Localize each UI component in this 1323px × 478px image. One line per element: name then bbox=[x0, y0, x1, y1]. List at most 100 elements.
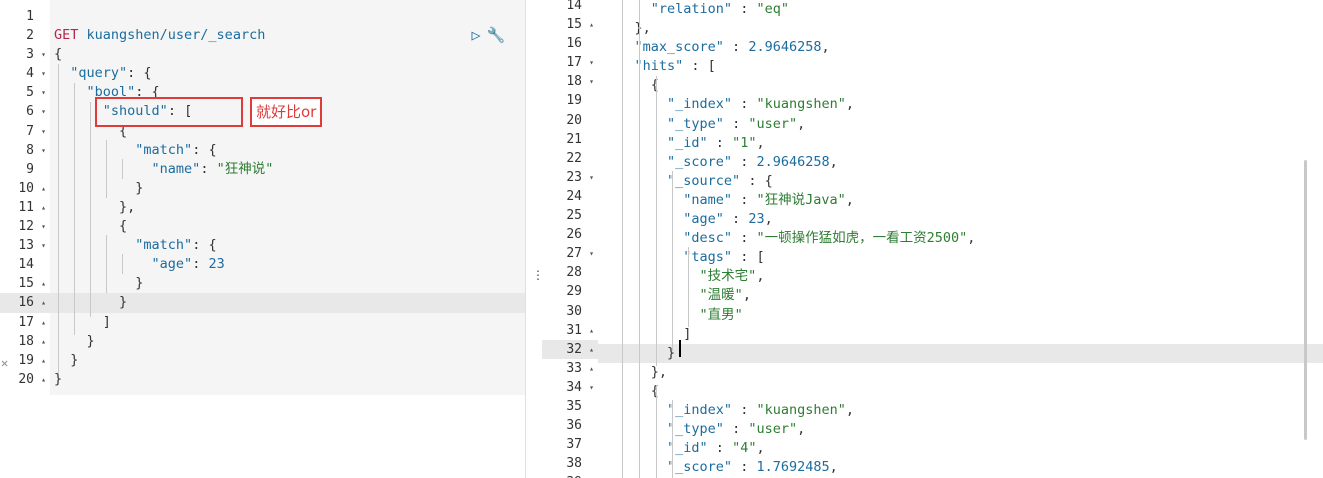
fold-caret-up-icon[interactable]: ▴ bbox=[589, 359, 594, 378]
code-line[interactable]: }, bbox=[598, 19, 1323, 38]
line-number-text: 20 bbox=[566, 112, 582, 128]
fold-caret-up-icon[interactable]: ▴ bbox=[589, 321, 594, 340]
code-line[interactable]: "_type" : "user", bbox=[598, 420, 1323, 439]
code-line[interactable]: "max_score" : 2.9646258, bbox=[598, 38, 1323, 57]
code-line[interactable]: } bbox=[50, 274, 525, 293]
fold-caret-down-icon[interactable]: ▾ bbox=[589, 378, 594, 397]
fold-caret-down-icon[interactable]: ▾ bbox=[41, 45, 46, 64]
code-line[interactable]: "age" : 23, bbox=[598, 210, 1323, 229]
fold-caret-up-icon[interactable]: ▴ bbox=[41, 179, 46, 198]
fold-caret-down-icon[interactable]: ▾ bbox=[41, 236, 46, 255]
fold-caret-up-icon[interactable]: ▴ bbox=[41, 274, 46, 293]
line-number: 8 ▾ bbox=[0, 141, 50, 160]
code-line[interactable]: "_source" : { bbox=[598, 172, 1323, 191]
code-line[interactable]: "desc" : "一顿操作猛如虎，一看工资2500", bbox=[598, 229, 1323, 248]
play-triangle-icon[interactable]: ▷ bbox=[466, 26, 486, 44]
code-line[interactable]: "match": { bbox=[50, 141, 525, 160]
code-line[interactable]: "温暖", bbox=[598, 286, 1323, 305]
wrench-icon[interactable]: 🔧 bbox=[486, 26, 506, 44]
line-number-text: 14 bbox=[566, 0, 582, 13]
pane-resize-handle[interactable]: ⋮ bbox=[525, 0, 544, 478]
code-line[interactable]: } bbox=[50, 293, 525, 313]
code-line[interactable]: } bbox=[50, 332, 525, 351]
code-line[interactable]: ] bbox=[50, 313, 525, 332]
line-number-text: 19 bbox=[18, 352, 34, 368]
code-line[interactable]: "_score" : 1.7692485, bbox=[598, 458, 1323, 477]
line-number-text: 2 bbox=[26, 28, 34, 44]
fold-caret-down-icon[interactable]: ▾ bbox=[41, 122, 46, 141]
fold-caret-up-icon[interactable]: ▴ bbox=[41, 198, 46, 217]
fold-caret-down-icon[interactable]: ▾ bbox=[41, 64, 46, 83]
code-line[interactable]: } bbox=[50, 179, 525, 198]
fold-caret-up-icon[interactable]: ▴ bbox=[41, 313, 46, 332]
fold-caret-down-icon[interactable]: ▾ bbox=[41, 102, 46, 121]
code-line[interactable]: { bbox=[598, 76, 1323, 95]
code-token: "user" bbox=[748, 115, 798, 132]
fold-caret-down-icon[interactable]: ▾ bbox=[589, 473, 594, 478]
fold-caret-down-icon[interactable]: ▾ bbox=[589, 53, 594, 72]
fold-caret-down-icon[interactable]: ▾ bbox=[41, 83, 46, 102]
code-token: { bbox=[602, 77, 659, 94]
code-line[interactable]: "_index" : "kuangshen", bbox=[598, 401, 1323, 420]
code-line[interactable]: "_index" : "kuangshen", bbox=[598, 95, 1323, 114]
code-line[interactable]: "match": { bbox=[50, 236, 525, 255]
code-token: , bbox=[756, 134, 765, 151]
indent-guide bbox=[672, 400, 673, 478]
fold-caret-up-icon[interactable]: ▴ bbox=[589, 15, 594, 34]
code-line[interactable]: }, bbox=[50, 198, 525, 217]
fold-caret-down-icon[interactable]: ▾ bbox=[589, 168, 594, 187]
fold-caret-down-icon[interactable]: ▾ bbox=[41, 141, 46, 160]
close-x-icon[interactable]: ✕ bbox=[1, 356, 8, 370]
code-line[interactable]: "_id" : "4", bbox=[598, 439, 1323, 458]
code-line[interactable]: "_type" : "user", bbox=[598, 115, 1323, 134]
code-line[interactable] bbox=[50, 7, 525, 26]
code-line[interactable]: { bbox=[50, 217, 525, 236]
code-token: , bbox=[797, 115, 806, 132]
response-scrollbar[interactable] bbox=[1304, 160, 1307, 440]
line-number: 20 bbox=[542, 111, 598, 130]
line-number: 37 bbox=[542, 435, 598, 454]
code-line[interactable]: "技术宅", bbox=[598, 267, 1323, 286]
code-line[interactable]: ] bbox=[598, 325, 1323, 344]
code-line[interactable]: }, bbox=[598, 363, 1323, 382]
code-line[interactable]: } bbox=[50, 351, 525, 370]
fold-caret-down-icon[interactable]: ▾ bbox=[589, 72, 594, 91]
response-viewer[interactable]: 14 15 ▴ 16 17 ▾ 18 ▾ 19 20 21 22 23 ▾ 24 25 26 27 ▾ 28 29 30 3… bbox=[542, 0, 1323, 478]
code-token: "user" bbox=[748, 421, 798, 438]
fold-caret-down-icon[interactable]: ▾ bbox=[589, 244, 594, 263]
fold-caret-up-icon[interactable]: ▴ bbox=[41, 351, 46, 370]
line-number: 12 ▾ bbox=[0, 217, 50, 236]
code-token: , bbox=[821, 39, 830, 56]
code-line[interactable]: } bbox=[598, 343, 1323, 363]
code-line[interactable]: "relation" : "eq" bbox=[598, 0, 1323, 19]
fold-caret-up-icon[interactable]: ▴ bbox=[41, 370, 46, 389]
code-line[interactable]: "name" : "狂神说Java", bbox=[598, 191, 1323, 210]
code-line[interactable]: GET kuangshen/user/_search bbox=[50, 26, 525, 45]
code-line[interactable]: } bbox=[50, 370, 525, 389]
line-number-text: 5 bbox=[26, 85, 34, 101]
code-line[interactable]: "直男" bbox=[598, 306, 1323, 325]
line-number: 38 bbox=[542, 454, 598, 473]
fold-caret-up-icon[interactable]: ▴ bbox=[589, 340, 594, 359]
code-line[interactable]: "tags" : [ bbox=[598, 248, 1323, 267]
code-line[interactable]: { bbox=[50, 45, 525, 64]
code-line[interactable]: { bbox=[598, 382, 1323, 401]
line-number: 5 ▾ bbox=[0, 83, 50, 102]
code-token: , bbox=[756, 440, 765, 457]
code-line[interactable]: "query": { bbox=[50, 64, 525, 83]
code-line[interactable]: "_score" : 2.9646258, bbox=[598, 153, 1323, 172]
request-editor[interactable]: 1 2 3 ▾ 4 ▾ 5 ▾ 6 ▾ 7 ▾ 8 ▾ 9 10 ▴ 11 ▴ 12 ▾ 13 ▾ 14 15 ▴ 16 ▴ 17 ▴ 18… bbox=[0, 0, 525, 478]
code-token: "狂神说Java" bbox=[756, 191, 846, 208]
code-token: "desc" bbox=[683, 230, 733, 247]
code-line[interactable]: "_id" : "1", bbox=[598, 134, 1323, 153]
code-line[interactable]: "hits" : [ bbox=[598, 57, 1323, 76]
code-token: : bbox=[707, 440, 733, 457]
response-code-area[interactable]: "relation" : "eq" }, "max_score" : 2.964… bbox=[598, 0, 1323, 478]
fold-caret-down-icon[interactable]: ▾ bbox=[41, 217, 46, 236]
fold-caret-up-icon[interactable]: ▴ bbox=[41, 293, 46, 312]
fold-caret-up-icon[interactable]: ▴ bbox=[41, 332, 46, 351]
request-code-area[interactable]: GET kuangshen/user/_search{ "query": { "… bbox=[50, 0, 525, 395]
